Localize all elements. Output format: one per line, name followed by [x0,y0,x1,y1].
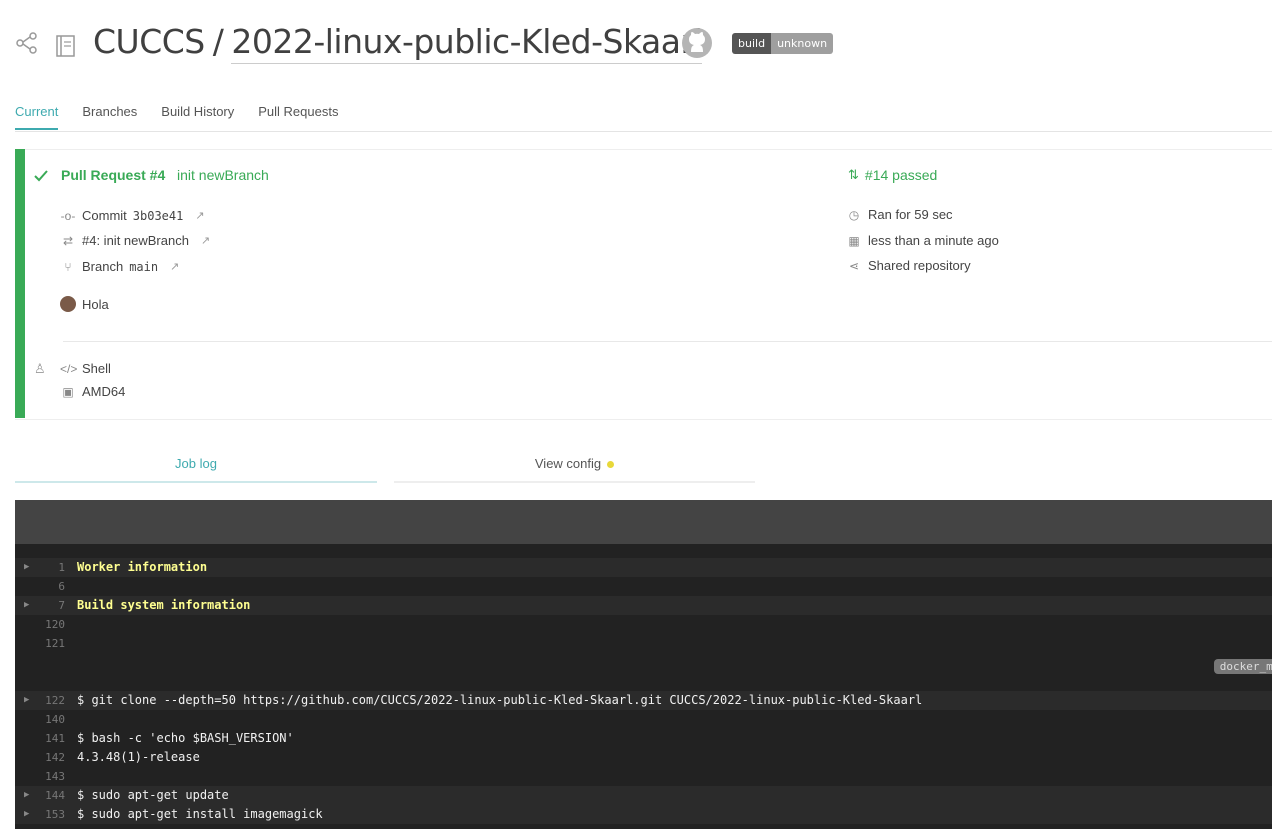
language-row: </> Shell [60,361,111,376]
log-line[interactable]: ▶ 144 $ sudo apt-get update [15,786,1272,805]
log-line: docker_mtu [15,653,1272,674]
line-number[interactable]: 142 [15,748,65,767]
line-number[interactable]: 153 [15,805,65,824]
log-line[interactable]: ▶ 153 $ sudo apt-get install imagemagick [15,805,1272,824]
log-line: 143 [15,767,1272,786]
commit-message: init newBranch [177,167,269,183]
log-line: 6 [15,577,1272,596]
share-icon: ⋖ [848,258,860,273]
pull-request-icon: ⇄ [62,233,74,248]
finished-time: less than a minute ago [868,233,999,248]
branch-row: ⑂ Branch main ↗ [60,259,179,274]
tab-current[interactable]: Current [15,104,59,130]
log-lines: ▶ 1 Worker information 6 ▶ 7 Build system info… [15,558,1272,824]
calendar-icon: ▦ [848,233,860,248]
tab-pull-requests[interactable]: Pull Requests [258,104,338,130]
badge-value: unknown [771,33,834,54]
language: Shell [82,361,111,376]
log-line: 121 [15,634,1272,653]
build-number-status[interactable]: ⇅ #14 passed [848,167,937,183]
log-line: 141 $ bash -c 'echo $BASH_VERSION' [15,729,1272,748]
line-text: Worker information [77,560,208,574]
external-link-icon[interactable]: ↗ [195,209,204,222]
line-number[interactable]: 121 [15,634,65,653]
author-row: Hola [60,296,109,312]
share-icon[interactable] [16,32,38,59]
tabs-divider [15,131,1272,132]
tab-branches[interactable]: Branches [82,104,137,130]
config-warning-dot [607,461,615,469]
repo-book-icon [55,34,77,63]
line-number[interactable]: 122 [15,691,65,710]
commit-icon: -o- [60,208,76,223]
job-log: ▶ 1 Worker information 6 ▶ 7 Build system info… [15,544,1272,829]
badge-label: build [732,33,772,54]
shared-row: ⋖ Shared repository [846,258,971,273]
linux-icon: ♙ [34,361,46,376]
external-link-icon[interactable]: ↗ [170,260,179,273]
line-text: $ sudo apt-get update [77,788,229,802]
log-line[interactable]: ▶ 122 $ git clone --depth=50 https://githu… [15,691,1272,710]
line-number[interactable]: 6 [15,577,65,596]
commit-row: -o- Commit 3b03e41 ↗ [60,208,205,223]
view-config-tab[interactable]: View config [394,456,755,483]
stopwatch-icon: ◷ [848,207,860,222]
log-line: 142 4.3.48(1)-release [15,748,1272,767]
commit-label: Commit [82,208,127,223]
line-number[interactable]: 1 [15,558,65,577]
duration-row: ◷ Ran for 59 sec [846,207,953,222]
duration: Ran for 59 sec [868,207,953,222]
view-config-label: View config [534,456,602,471]
pull-request-row: ⇄ #4: init newBranch ↗ [60,233,210,248]
title-separator: / [212,22,224,61]
line-text: $ git clone --depth=50 https://github.co… [77,693,923,707]
line-number[interactable]: 141 [15,729,65,748]
log-line[interactable]: ▶ 1 Worker information [15,558,1272,577]
author-name: Hola [82,296,109,312]
arch-row: ▣ AMD64 [60,384,125,399]
branch-name[interactable]: main [129,260,158,274]
passed-check-icon [33,169,49,188]
line-text: $ sudo apt-get install imagemagick [77,807,323,821]
architecture: AMD64 [82,384,126,399]
build-summary-panel [15,149,1272,420]
line-number[interactable]: 120 [15,615,65,634]
build-status-bar [15,149,25,418]
panel-divider [63,341,1272,342]
avatar [60,296,76,312]
repo-owner[interactable]: CUCCS [93,22,205,61]
repo-tabs: Current Branches Build History Pull Requ… [15,104,338,130]
tab-build-history[interactable]: Build History [161,104,234,130]
cpu-icon: ▣ [62,384,74,399]
shared-repository: Shared repository [868,258,971,273]
external-link-icon[interactable]: ↗ [201,234,210,247]
log-line[interactable]: ▶ 7 Build system information [15,596,1272,615]
line-number[interactable]: 7 [15,596,65,615]
pull-request-title[interactable]: Pull Request #4 [61,167,165,183]
line-text: $ bash -c 'echo $BASH_VERSION' [77,731,294,745]
line-number[interactable]: 143 [15,767,65,786]
code-icon: </> [60,361,78,376]
build-status-badge[interactable]: build unknown [732,33,834,54]
branch-icon: ⑂ [64,259,72,274]
line-number[interactable]: 144 [15,786,65,805]
commit-hash[interactable]: 3b03e41 [133,209,184,223]
line-number[interactable]: 140 [15,710,65,729]
pull-request-link[interactable]: #4: init newBranch [82,233,189,248]
finished-row: ▦ less than a minute ago [846,233,999,248]
build-status-text: #14 passed [864,167,938,183]
log-line: 140 [15,710,1272,729]
github-icon[interactable] [681,27,713,64]
job-log-tab[interactable]: Job log [15,456,377,483]
log-toolbar [15,500,1272,544]
log-line: 120 [15,615,1272,634]
repo-title: CUCCS/2022-linux-public-Kled-Skaarl [93,22,703,64]
line-text: 4.3.48(1)-release [77,750,200,764]
job-log-label: Job log [175,456,217,471]
branch-label: Branch [82,259,124,274]
repo-name[interactable]: 2022-linux-public-Kled-Skaarl [231,22,703,64]
line-text: Build system information [77,598,251,612]
pull-request-icon: ⇅ [848,167,859,182]
